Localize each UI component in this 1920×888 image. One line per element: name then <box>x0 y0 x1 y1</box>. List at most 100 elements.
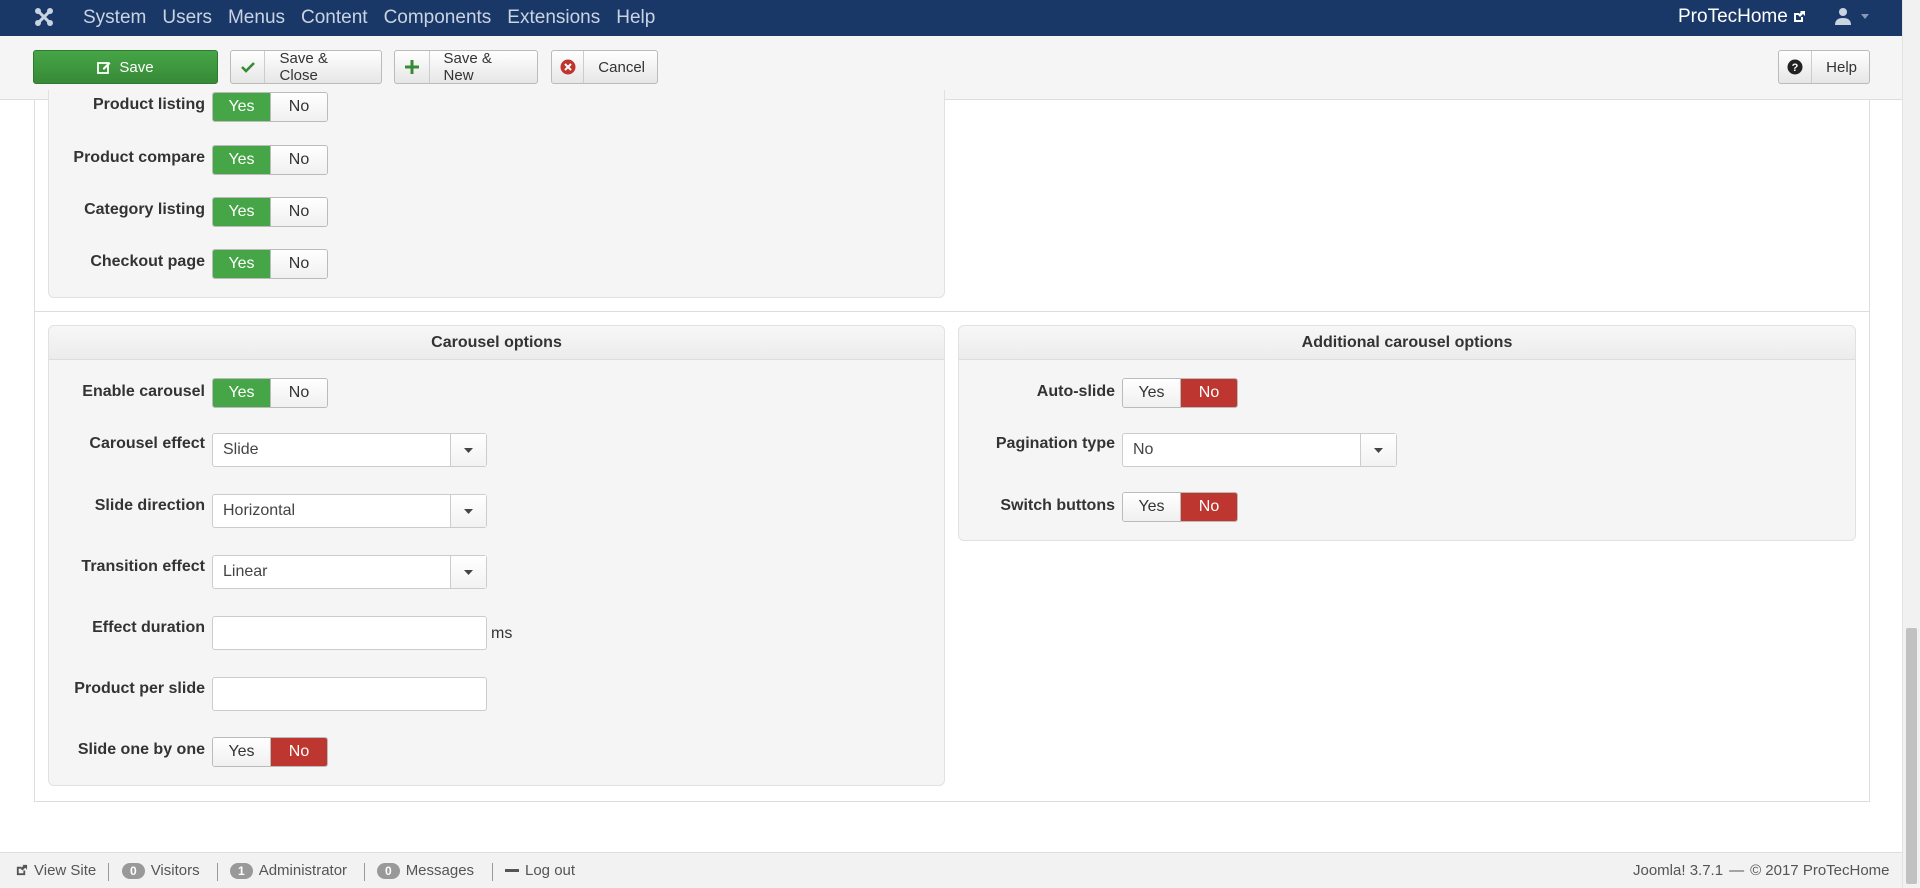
pagination-type-value: No <box>1133 441 1154 458</box>
svg-text:?: ? <box>1792 62 1799 74</box>
plus-icon <box>395 51 430 83</box>
user-menu[interactable] <box>1835 7 1869 25</box>
visitors-badge: 0 <box>122 862 145 879</box>
menu-extensions[interactable]: Extensions <box>507 7 600 29</box>
product-compare-label: Product compare <box>73 149 205 166</box>
checkout-page-no[interactable]: No <box>270 250 327 278</box>
checkout-page-label: Checkout page <box>90 253 205 270</box>
copyright-text: © 2017 ProTecHome <box>1750 862 1890 879</box>
site-name: ProTecHome <box>1678 6 1788 27</box>
menu-components[interactable]: Components <box>384 7 492 29</box>
logout-link[interactable]: Log out <box>505 862 575 879</box>
check-icon <box>231 51 266 83</box>
visitors-item[interactable]: 0 Visitors <box>122 862 200 879</box>
view-site-label: View Site <box>34 862 97 879</box>
switch-buttons-label: Switch buttons <box>1000 497 1115 514</box>
separator <box>364 863 365 881</box>
slide-one-by-one-no[interactable]: No <box>270 738 327 766</box>
footer-dash: — <box>1729 862 1745 879</box>
enable-carousel-label: Enable carousel <box>82 383 205 400</box>
external-link-icon <box>16 864 28 876</box>
separator <box>108 863 109 881</box>
menu-help[interactable]: Help <box>616 7 655 29</box>
top-navbar: System Users Menus Content Components Ex… <box>0 0 1902 36</box>
slide-direction-label: Slide direction <box>94 497 205 514</box>
auto-slide-label: Auto-slide <box>1036 383 1115 400</box>
caret-down-icon <box>450 495 486 527</box>
transition-effect-select[interactable]: Linear <box>212 555 487 589</box>
product-listing-label: Product listing <box>93 96 205 113</box>
section-divider <box>34 311 1870 312</box>
category-listing-yes[interactable]: Yes <box>213 198 270 226</box>
save-new-button[interactable]: Save & New <box>394 50 538 84</box>
switch-buttons-toggle: Yes No <box>1122 492 1238 522</box>
menu-users[interactable]: Users <box>162 7 212 29</box>
main-menu: System Users Menus Content Components Ex… <box>72 0 660 36</box>
menu-system[interactable]: System <box>83 7 146 29</box>
enable-carousel-yes[interactable]: Yes <box>213 379 270 407</box>
question-icon: ? <box>1779 51 1813 83</box>
product-compare-no[interactable]: No <box>270 146 327 174</box>
effect-duration-unit: ms <box>491 625 513 642</box>
cancel-button[interactable]: Cancel <box>551 50 658 84</box>
slide-direction-select[interactable]: Horizontal <box>212 494 487 528</box>
product-compare-toggle: Yes No <box>212 145 328 175</box>
auto-slide-no[interactable]: No <box>1180 379 1237 407</box>
administrator-label: Administrator <box>258 862 348 879</box>
product-listing-no[interactable]: No <box>270 93 327 121</box>
administrator-item[interactable]: 1 Administrator <box>230 862 347 879</box>
enable-carousel-toggle: Yes No <box>212 378 328 408</box>
product-per-slide-input[interactable] <box>212 677 487 711</box>
product-listing-toggle: Yes No <box>212 92 328 122</box>
slide-one-by-one-toggle: Yes No <box>212 737 328 767</box>
slide-one-by-one-label: Slide one by one <box>77 741 205 758</box>
separator <box>492 863 493 881</box>
caret-down-icon <box>450 434 486 466</box>
cancel-label: Cancel <box>598 58 645 76</box>
help-button[interactable]: ? Help <box>1778 50 1870 84</box>
auto-slide-toggle: Yes No <box>1122 378 1238 408</box>
messages-label: Messages <box>405 862 475 879</box>
joomla-logo-icon[interactable] <box>32 5 56 29</box>
effect-duration-input[interactable] <box>212 616 487 650</box>
messages-item[interactable]: 0 Messages <box>377 862 474 879</box>
caret-down-icon <box>1360 434 1396 466</box>
messages-badge: 0 <box>377 862 400 879</box>
version-text: Joomla! 3.7.1 <box>1633 862 1724 879</box>
category-listing-no[interactable]: No <box>270 198 327 226</box>
carousel-effect-select[interactable]: Slide <box>212 433 487 467</box>
save-label: Save <box>119 58 154 76</box>
menu-content[interactable]: Content <box>301 7 368 29</box>
slide-direction-value: Horizontal <box>223 502 296 519</box>
visitors-label: Visitors <box>150 862 200 879</box>
view-site-link[interactable]: View Site <box>15 862 96 879</box>
carousel-effect-value: Slide <box>223 441 259 458</box>
product-compare-yes[interactable]: Yes <box>213 146 270 174</box>
edit-icon <box>97 62 111 74</box>
pagination-type-label: Pagination type <box>995 435 1115 452</box>
transition-effect-value: Linear <box>223 563 268 580</box>
category-listing-label: Category listing <box>84 201 205 218</box>
help-label: Help <box>1826 58 1857 76</box>
slide-one-by-one-yes[interactable]: Yes <box>213 738 270 766</box>
scrollbar-thumb[interactable] <box>1906 628 1917 884</box>
administrator-badge: 1 <box>230 862 253 879</box>
pagination-type-select[interactable]: No <box>1122 433 1397 467</box>
additional-carousel-options-title: Additional carousel options <box>959 326 1855 360</box>
transition-effect-label: Transition effect <box>81 558 205 575</box>
menu-menus[interactable]: Menus <box>228 7 285 29</box>
switch-buttons-yes[interactable]: Yes <box>1123 493 1180 521</box>
checkout-page-yes[interactable]: Yes <box>213 250 270 278</box>
cancel-icon <box>552 51 585 83</box>
enable-carousel-no[interactable]: No <box>270 379 327 407</box>
auto-slide-yes[interactable]: Yes <box>1123 379 1180 407</box>
save-button[interactable]: Save <box>33 50 218 84</box>
site-link[interactable]: ProTecHome <box>1678 6 1806 28</box>
checkout-page-toggle: Yes No <box>212 249 328 279</box>
save-close-button[interactable]: Save & Close <box>230 50 382 84</box>
switch-buttons-no[interactable]: No <box>1180 493 1237 521</box>
product-listing-yes[interactable]: Yes <box>213 93 270 121</box>
page-scrollbar[interactable] <box>1902 0 1920 888</box>
caret-down-icon <box>450 556 486 588</box>
product-per-slide-label: Product per slide <box>74 680 205 697</box>
